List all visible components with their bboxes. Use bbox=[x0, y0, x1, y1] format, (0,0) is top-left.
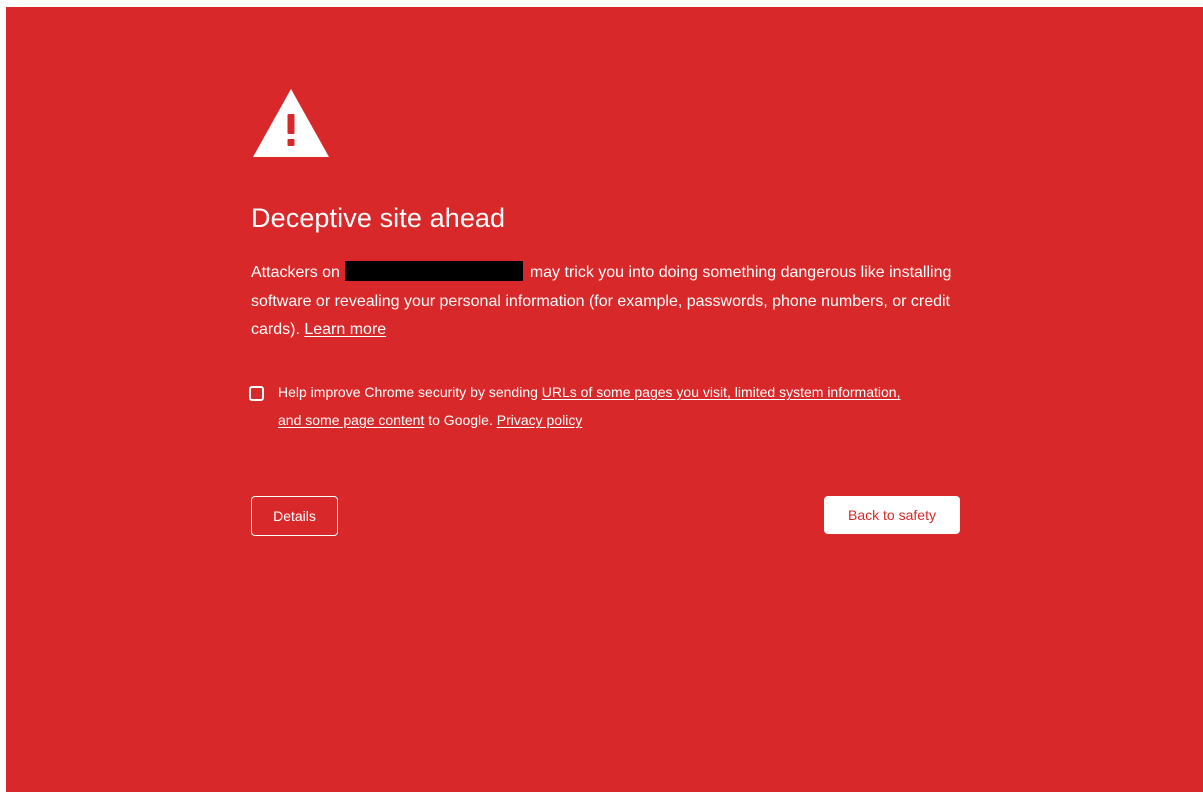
message-prefix: Attackers on bbox=[251, 264, 345, 281]
warning-triangle-icon bbox=[253, 89, 329, 157]
optin-checkbox[interactable] bbox=[249, 386, 264, 401]
redacted-site-name bbox=[345, 261, 524, 281]
warning-message: Attackers on may trick you into doing so… bbox=[251, 259, 971, 345]
privacy-policy-link[interactable]: Privacy policy bbox=[497, 412, 583, 428]
optin-text-middle: to Google. bbox=[424, 412, 497, 428]
details-button[interactable]: Details bbox=[251, 496, 338, 536]
interstitial-page: Deceptive site ahead Attackers on may tr… bbox=[6, 7, 1203, 792]
page-title: Deceptive site ahead bbox=[251, 203, 506, 233]
back-to-safety-button[interactable]: Back to safety bbox=[824, 496, 960, 534]
optin-text-before: Help improve Chrome security by sending bbox=[278, 384, 542, 400]
learn-more-link[interactable]: Learn more bbox=[304, 321, 386, 338]
optin-label: Help improve Chrome security by sending … bbox=[278, 378, 908, 434]
